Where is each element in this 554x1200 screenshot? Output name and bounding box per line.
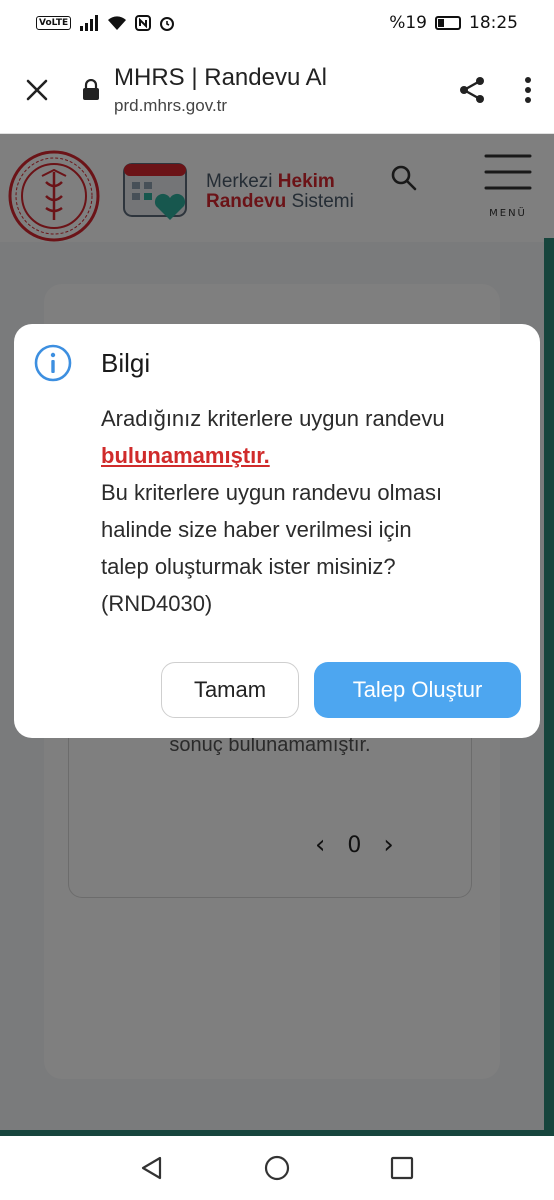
wifi-icon [108, 16, 127, 30]
ok-button[interactable]: Tamam [161, 662, 299, 718]
info-dialog: Bilgi Aradığınız kriterlere uygun randev… [14, 324, 540, 738]
more-options-button[interactable] [502, 46, 554, 134]
system-nav-bar [0, 1136, 554, 1200]
nav-home-button[interactable] [247, 1138, 307, 1198]
lock-icon [83, 78, 99, 100]
clock-time: 18:25 [469, 13, 518, 33]
volte-badge: VoLTE [36, 16, 72, 30]
signal-icon [80, 15, 99, 31]
status-right: %19 18:25 [389, 13, 518, 33]
dialog-error-code: (RND4030) [101, 591, 213, 616]
close-icon [26, 79, 48, 100]
close-tab-button[interactable] [0, 46, 74, 134]
share-button[interactable] [442, 46, 502, 134]
site-info-button[interactable] [80, 46, 102, 134]
status-bar: VoLTE %19 18:25 [0, 0, 554, 46]
nav-back-button[interactable] [122, 1138, 182, 1198]
address-area[interactable]: MHRS | Randevu Al prd.mhrs.gov.tr [102, 64, 442, 116]
dialog-message-line3: Bu kriterlere uygun randevu olması [101, 480, 443, 505]
info-icon [34, 344, 72, 382]
browser-toolbar: MHRS | Randevu Al prd.mhrs.gov.tr [0, 46, 554, 134]
dialog-message-line1: Aradığınız kriterlere uygun randevu [101, 406, 445, 431]
alarm-icon [160, 17, 175, 31]
battery-percent: %19 [389, 13, 427, 33]
nav-home-icon [264, 1155, 290, 1181]
share-icon [460, 76, 484, 103]
nfc-icon [135, 15, 152, 31]
dialog-warning-text: bulunamamıştır. [101, 443, 270, 468]
status-left: VoLTE [36, 15, 175, 31]
dialog-message-line4: halinde size haber verilmesi için [101, 517, 412, 542]
battery-icon [435, 16, 461, 30]
create-request-button[interactable]: Talep Oluştur [314, 662, 521, 718]
dialog-title: Bilgi [101, 348, 151, 378]
page-url: prd.mhrs.gov.tr [114, 95, 228, 115]
nav-recents-icon [390, 1156, 413, 1180]
dialog-message-line5: talep oluşturmak ister misiniz? [101, 554, 396, 579]
nav-recents-button[interactable] [372, 1138, 432, 1198]
nav-back-icon [142, 1156, 162, 1180]
more-vert-icon [525, 76, 531, 103]
page-title: MHRS | Randevu Al [114, 63, 327, 91]
dialog-message: Aradığınız kriterlere uygun randevu bulu… [101, 400, 521, 622]
